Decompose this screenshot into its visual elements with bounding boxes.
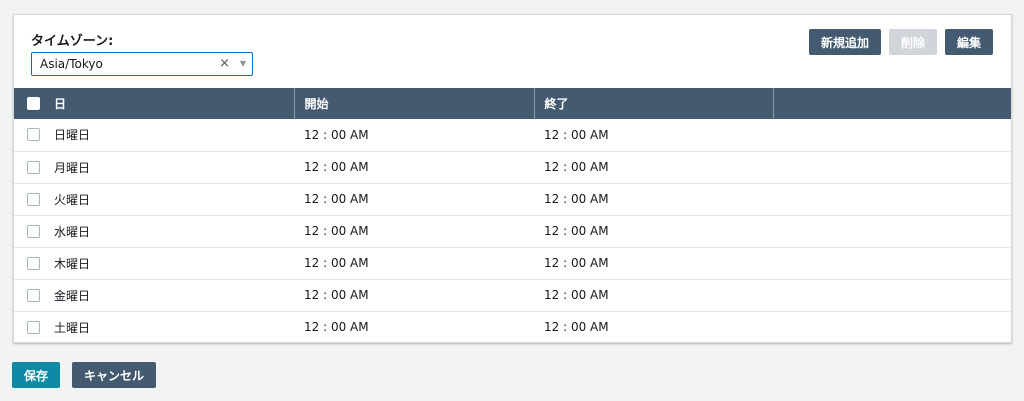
table-row[interactable]: 水曜日 12 : 00 AM 12 : 00 AM xyxy=(14,215,1011,247)
table-row[interactable]: 火曜日 12 : 00 AM 12 : 00 AM xyxy=(14,183,1011,215)
empty-cell xyxy=(773,279,1011,311)
end-time-cell: 12 : 00 AM xyxy=(544,160,609,174)
schedule-table-wrapper: 日 開始 終了 日曜日 12 : 00 AM 12 : 00 AM 月曜日 12 : 0… xyxy=(14,88,1011,343)
chevron-down-icon[interactable]: ▼ xyxy=(240,59,246,68)
empty-cell xyxy=(773,247,1011,279)
end-time-cell: 12 : 00 AM xyxy=(544,192,609,206)
day-cell: 金曜日 xyxy=(14,279,294,311)
day-label: 火曜日 xyxy=(54,192,91,207)
day-cell: 日曜日 xyxy=(14,119,294,151)
timezone-label: タイムゾーン: xyxy=(31,34,114,49)
empty-cell xyxy=(773,183,1011,215)
day-cell: 月曜日 xyxy=(14,151,294,183)
column-header-day: 日 xyxy=(14,88,295,119)
start-time-cell: 12 : 00 AM xyxy=(304,160,369,174)
row-checkbox[interactable] xyxy=(27,160,40,174)
start-time-cell: 12 : 00 AM xyxy=(304,256,369,270)
table-body: 日曜日 12 : 00 AM 12 : 00 AM 月曜日 12 : 00 AM 12 :… xyxy=(14,119,1011,343)
table-row[interactable]: 月曜日 12 : 00 AM 12 : 00 AM xyxy=(14,151,1011,183)
table-row[interactable]: 日曜日 12 : 00 AM 12 : 00 AM xyxy=(14,119,1011,151)
day-label: 土曜日 xyxy=(54,320,91,335)
end-time-cell: 12 : 00 AM xyxy=(544,288,609,302)
empty-cell xyxy=(773,311,1011,343)
day-cell: 火曜日 xyxy=(14,183,294,215)
cancel-button[interactable]: キャンセル xyxy=(72,362,157,388)
schedule-table: 日 開始 終了 日曜日 12 : 00 AM 12 : 00 AM 月曜日 12 : 0… xyxy=(14,88,1011,343)
start-time-cell: 12 : 00 AM xyxy=(304,192,369,206)
day-label: 金曜日 xyxy=(54,288,91,303)
table-row[interactable]: 土曜日 12 : 00 AM 12 : 00 AM xyxy=(14,311,1011,343)
empty-cell xyxy=(773,151,1011,183)
toolbar: 新規追加 削除 編集 xyxy=(808,29,993,55)
save-button[interactable]: 保存 xyxy=(12,362,61,388)
row-checkbox[interactable] xyxy=(27,224,40,238)
timezone-value: Asia/Tokyo xyxy=(40,57,103,71)
table-header-row: 日 開始 終了 xyxy=(14,88,1011,119)
column-header-end: 終了 xyxy=(534,88,774,119)
timezone-select[interactable]: Asia/Tokyo × ▼ xyxy=(31,52,253,76)
row-checkbox[interactable] xyxy=(27,192,40,206)
row-checkbox[interactable] xyxy=(27,320,40,334)
table-row[interactable]: 木曜日 12 : 00 AM 12 : 00 AM xyxy=(14,247,1011,279)
table-row[interactable]: 金曜日 12 : 00 AM 12 : 00 AM xyxy=(14,279,1011,311)
day-label: 水曜日 xyxy=(54,224,91,239)
form-footer: 保存 キャンセル xyxy=(12,362,157,388)
start-time-cell: 12 : 00 AM xyxy=(304,224,369,238)
column-header-label: 日 xyxy=(54,97,67,111)
edit-button[interactable]: 編集 xyxy=(944,29,993,55)
clear-icon[interactable]: × xyxy=(219,56,230,71)
day-label: 日曜日 xyxy=(54,128,91,143)
row-checkbox[interactable] xyxy=(27,256,40,270)
add-button[interactable]: 新規追加 xyxy=(808,29,881,55)
column-header-empty xyxy=(773,88,1011,119)
row-checkbox[interactable] xyxy=(27,288,40,302)
select-all-checkbox[interactable] xyxy=(27,97,40,110)
day-label: 月曜日 xyxy=(54,160,91,175)
schedule-panel: タイムゾーン: Asia/Tokyo × ▼ 新規追加 削除 編集 日 開始 終… xyxy=(13,14,1012,343)
end-time-cell: 12 : 00 AM xyxy=(544,320,609,335)
empty-cell xyxy=(773,215,1011,247)
start-time-cell: 12 : 00 AM xyxy=(304,288,369,302)
start-time-cell: 12 : 00 AM xyxy=(304,127,369,142)
day-cell: 水曜日 xyxy=(14,215,294,247)
end-time-cell: 12 : 00 AM xyxy=(544,256,609,270)
column-header-start: 開始 xyxy=(294,88,535,119)
end-time-cell: 12 : 00 AM xyxy=(544,224,609,238)
day-cell: 木曜日 xyxy=(14,247,294,279)
end-time-cell: 12 : 00 AM xyxy=(544,127,609,142)
start-time-cell: 12 : 00 AM xyxy=(304,320,369,335)
empty-cell xyxy=(773,119,1011,151)
row-checkbox[interactable] xyxy=(27,128,40,142)
delete-button[interactable]: 削除 xyxy=(888,29,937,55)
day-cell: 土曜日 xyxy=(14,311,294,343)
day-label: 木曜日 xyxy=(54,256,91,271)
